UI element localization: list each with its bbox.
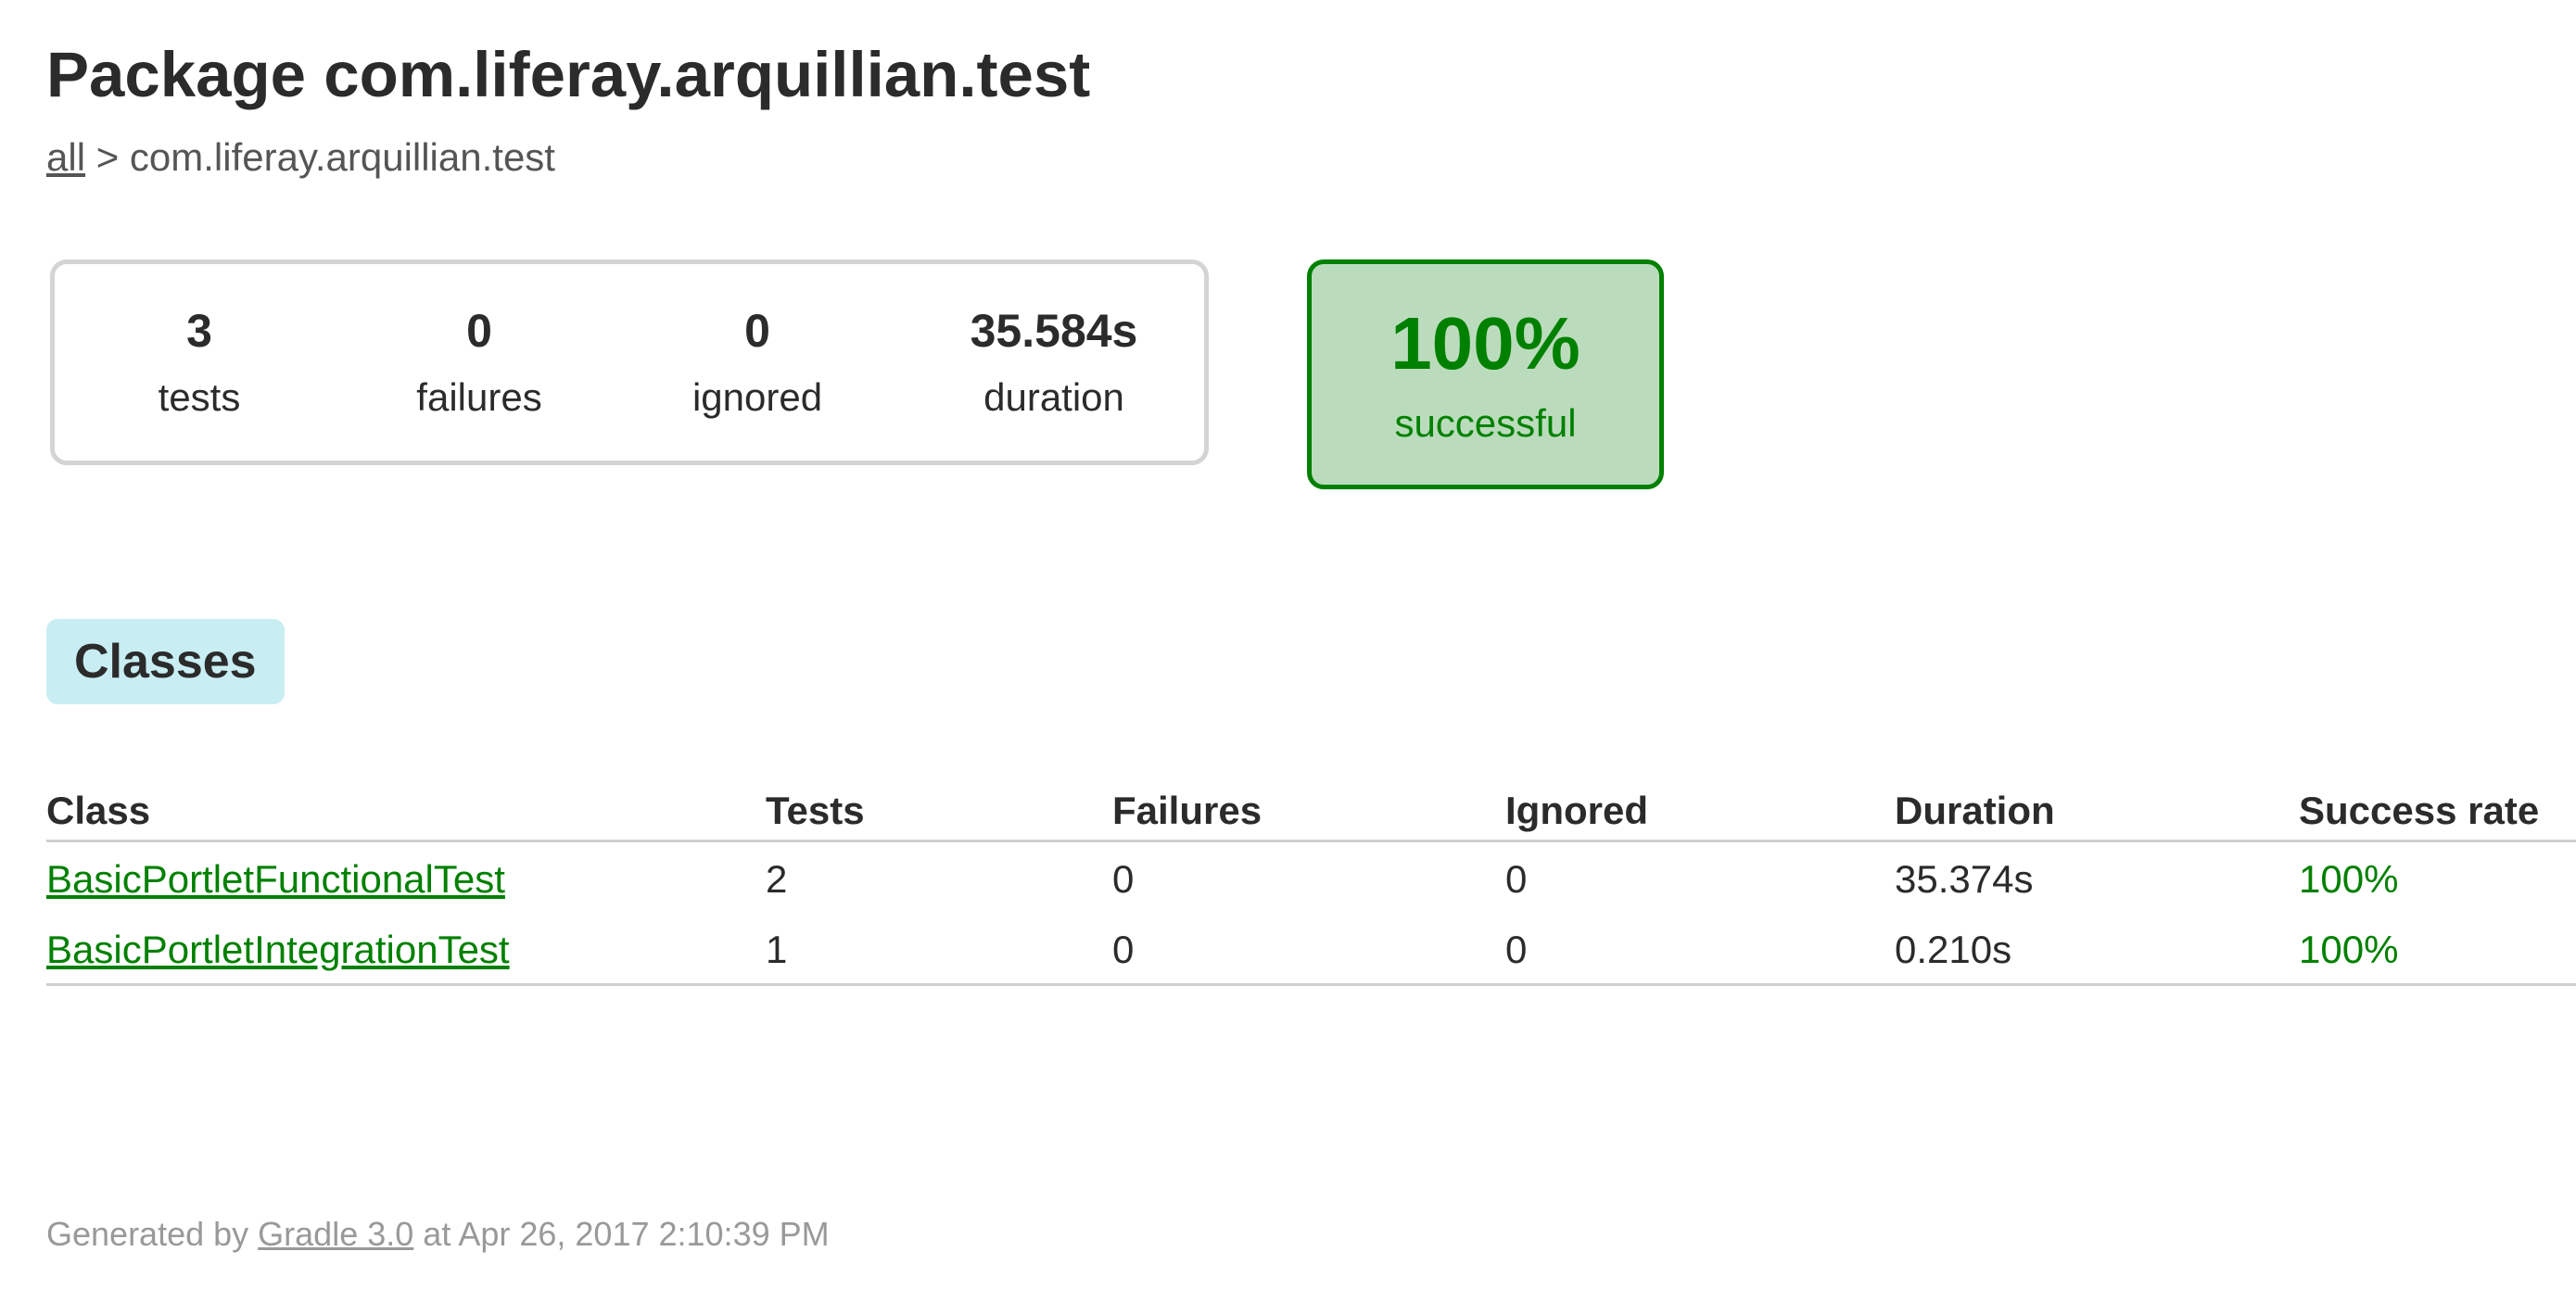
duration-counter: 35.584s duration	[971, 303, 1138, 422]
tab-classes[interactable]: Classes	[46, 619, 285, 704]
header-duration: Duration	[1895, 788, 2299, 842]
success-rate-cell: 100%	[2299, 913, 2576, 986]
failures-count: 0	[466, 305, 492, 357]
tests-cell: 1	[766, 913, 1112, 986]
breadcrumb-current: com.liferay.arquillian.test	[129, 135, 555, 179]
tests-label: tests	[158, 375, 241, 419]
success-rate-cell: 100%	[2299, 857, 2399, 901]
footer-prefix: Generated by	[46, 1215, 249, 1253]
ignored-label: ignored	[692, 375, 823, 419]
duration-cell: 35.374s	[1895, 857, 2034, 901]
page-title: Package com.liferay.arquillian.test	[46, 39, 1091, 110]
header-tests: Tests	[766, 788, 1112, 842]
success-rate-value: 100%	[1390, 302, 1580, 385]
success-rate-box: 100% successful	[1307, 259, 1664, 489]
footer: Generated by Gradle 3.0 at Apr 26, 2017 …	[46, 1214, 830, 1255]
summary-box: 3 tests 0 failures 0 ignored 35.584s dur…	[50, 259, 1209, 465]
ignored-counter: 0 ignored	[692, 303, 822, 422]
summary-row: 3 tests 0 failures 0 ignored 35.584s dur…	[50, 259, 1719, 500]
failures-counter: 0 failures	[416, 303, 541, 422]
class-link[interactable]: BasicPortletIntegrationTest	[46, 928, 510, 971]
duration-value: 35.584s	[970, 305, 1138, 357]
classes-table: Class Tests Failures Ignored Duration Su…	[46, 788, 2576, 986]
footer-suffix: at Apr 26, 2017 2:10:39 PM	[423, 1215, 830, 1253]
table-row: BasicPortletFunctionalTest 2 0 0 35.374s…	[46, 841, 2576, 914]
class-link[interactable]: BasicPortletFunctionalTest	[46, 857, 505, 901]
ignored-count: 0	[744, 305, 770, 357]
breadcrumb-all-link[interactable]: all	[46, 135, 85, 179]
failures-label: failures	[416, 375, 542, 419]
header-success-rate: Success rate	[2299, 788, 2576, 842]
tests-cell: 2	[766, 857, 788, 901]
table-row: BasicPortletIntegrationTest 1 0 0 0.210s…	[46, 913, 2576, 986]
breadcrumb: all > com.liferay.arquillian.test	[46, 133, 2576, 182]
header-class: Class	[46, 788, 766, 842]
gradle-link[interactable]: Gradle 3.0	[258, 1215, 413, 1253]
table-header-row: Class Tests Failures Ignored Duration Su…	[46, 788, 2576, 842]
success-rate-label: successful	[1394, 401, 1577, 445]
tests-counter: 3 tests	[159, 303, 241, 422]
header-ignored: Ignored	[1505, 788, 1895, 842]
report-page: Package com.liferay.arquillian.test all …	[46, 37, 2576, 1253]
duration-cell: 0.210s	[1895, 913, 2299, 986]
header-failures: Failures	[1112, 788, 1505, 842]
failures-cell: 0	[1112, 913, 1505, 986]
ignored-cell: 0	[1505, 913, 1895, 986]
failures-cell: 0	[1112, 857, 1135, 901]
breadcrumb-separator: >	[95, 135, 120, 179]
class-cell: BasicPortletIntegrationTest	[46, 913, 766, 986]
tests-count: 3	[186, 305, 212, 357]
ignored-cell: 0	[1505, 857, 1528, 901]
class-cell: BasicPortletFunctionalTest	[46, 841, 766, 914]
duration-label: duration	[983, 375, 1124, 419]
